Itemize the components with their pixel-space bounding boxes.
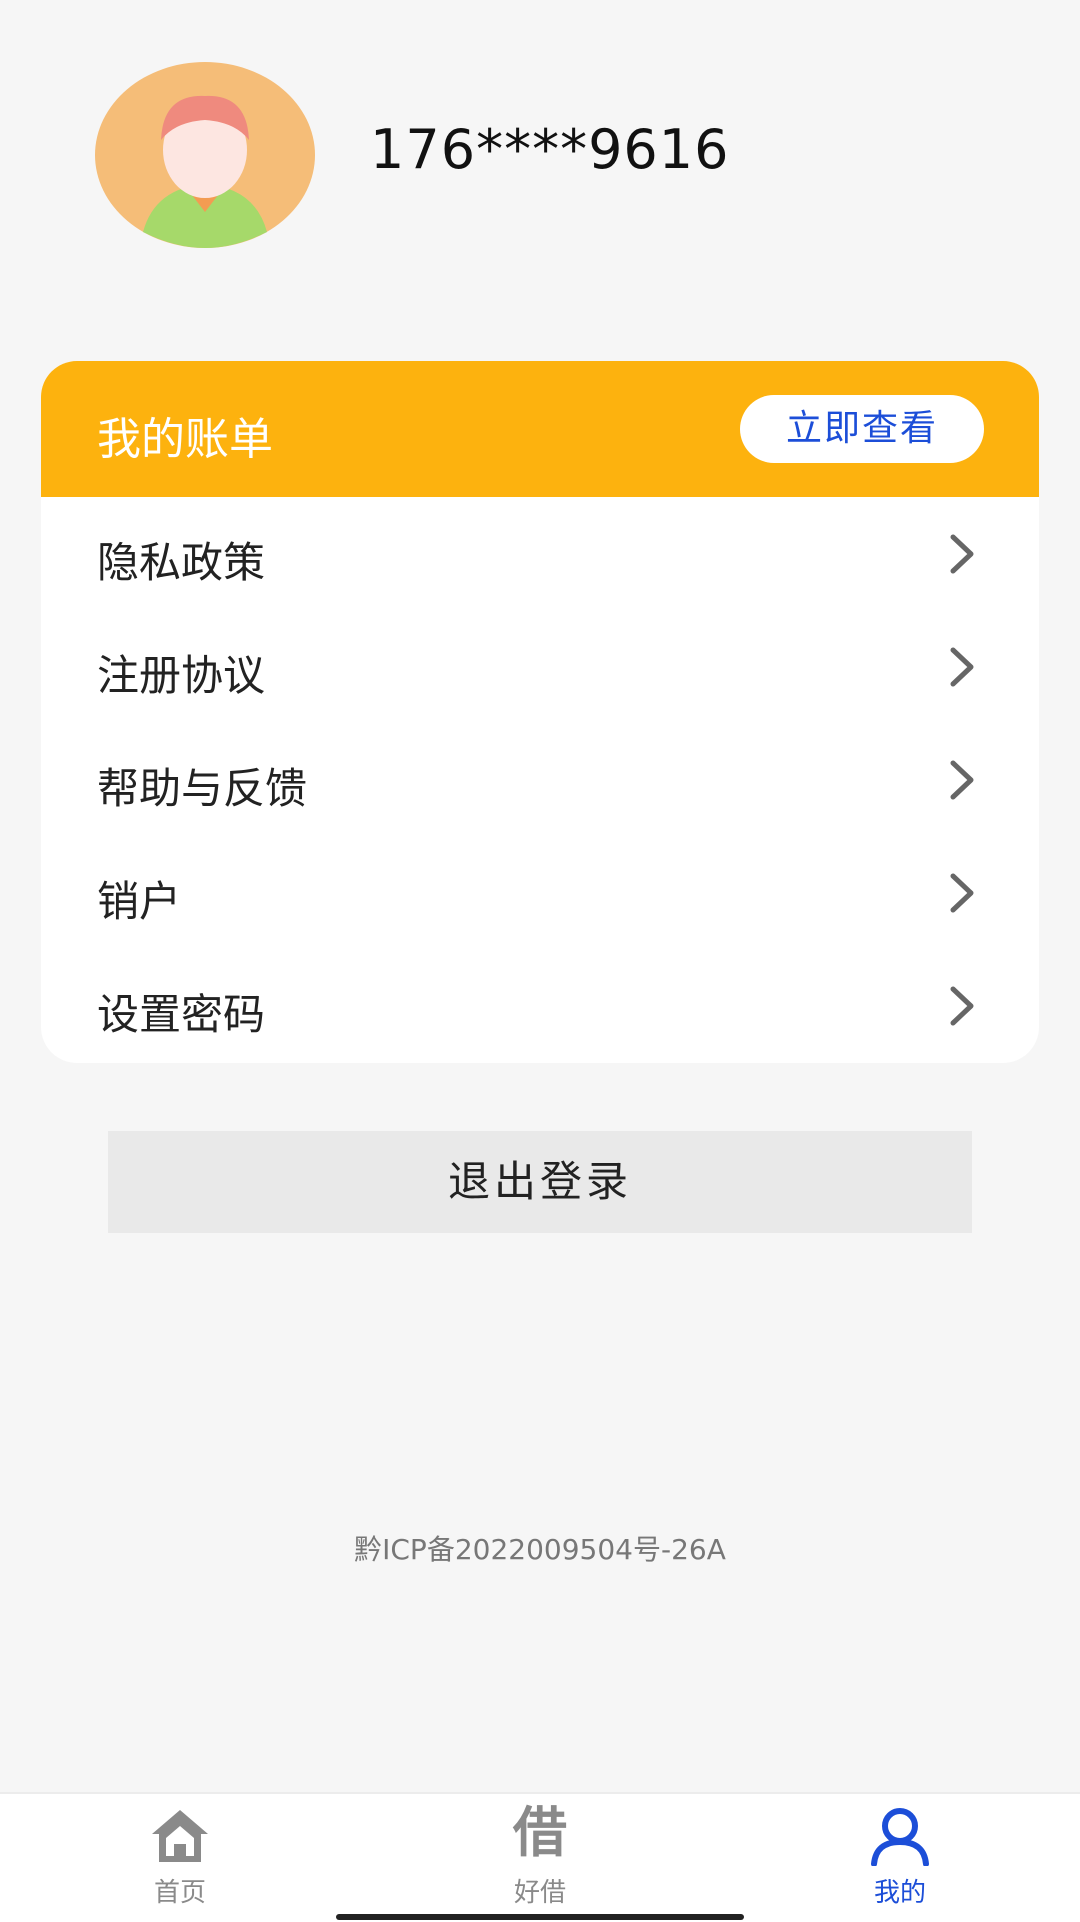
user-icon — [871, 1808, 929, 1866]
view-bill-button[interactable]: 立即查看 — [740, 395, 984, 463]
home-indicator — [336, 1914, 744, 1920]
tab-home-label: 首页 — [153, 1878, 206, 1908]
tab-home[interactable]: 首页 — [80, 1794, 280, 1922]
logout-button[interactable]: 退出登录 — [108, 1131, 972, 1233]
bottom-tab-bar: 首页 借 好借 我的 — [0, 1792, 1080, 1922]
phone-number: 176****9616 — [370, 118, 730, 181]
menu-item-label: 销户 — [97, 877, 182, 926]
icp-filing-text: 黔ICP备2022009504号-26A — [354, 1533, 726, 1566]
tab-mine-label: 我的 — [873, 1878, 926, 1908]
menu-item-label: 隐私政策 — [97, 538, 266, 587]
tab-mine[interactable]: 我的 — [800, 1794, 1000, 1922]
home-icon — [152, 1810, 208, 1862]
account-card: 我的账单 立即查看 隐私政策 注册协议 帮助与反馈 销户 设置密码 — [41, 361, 1039, 1063]
menu-item-privacy-policy[interactable]: 隐私政策 — [41, 497, 1039, 610]
chevron-right-icon — [950, 873, 974, 913]
tab-borrow[interactable]: 借 好借 — [440, 1794, 640, 1922]
menu-item-label: 帮助与反馈 — [97, 764, 308, 813]
bill-header: 我的账单 立即查看 — [41, 361, 1039, 497]
menu-item-close-account[interactable]: 销户 — [41, 836, 1039, 949]
borrow-icon: 借 — [513, 1801, 567, 1864]
chevron-right-icon — [950, 986, 974, 1026]
profile-header: 176****9616 — [0, 0, 1080, 300]
menu-item-help-feedback[interactable]: 帮助与反馈 — [41, 723, 1039, 836]
menu-item-label: 注册协议 — [97, 651, 266, 700]
menu-item-registration-agreement[interactable]: 注册协议 — [41, 610, 1039, 723]
menu-item-set-password[interactable]: 设置密码 — [41, 949, 1039, 1062]
chevron-right-icon — [950, 647, 974, 687]
chevron-right-icon — [950, 760, 974, 800]
menu-item-label: 设置密码 — [97, 990, 266, 1039]
chevron-right-icon — [950, 534, 974, 574]
bill-title: 我的账单 — [97, 414, 273, 465]
tab-borrow-label: 好借 — [513, 1878, 566, 1908]
avatar[interactable] — [95, 62, 315, 248]
